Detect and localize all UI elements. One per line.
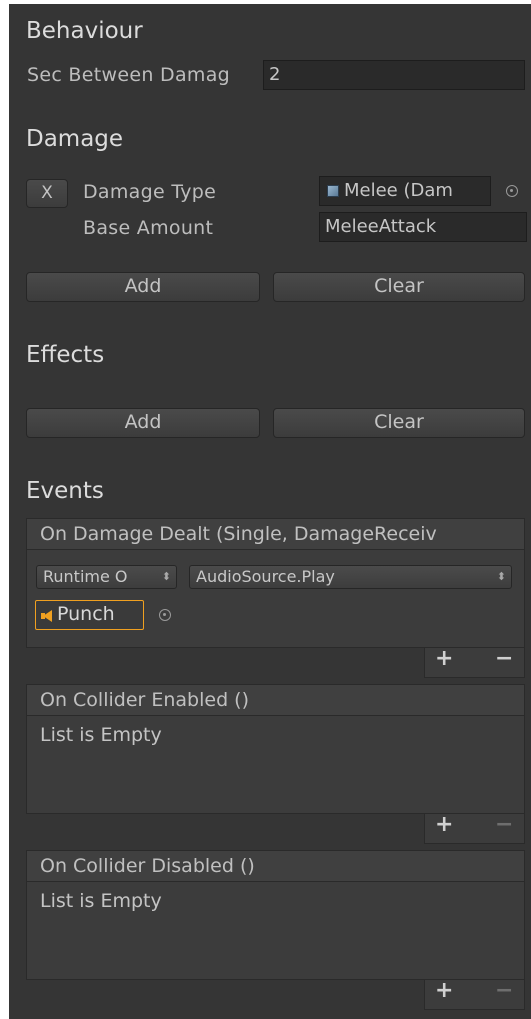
on-collider-enabled-body: List is Empty bbox=[26, 716, 525, 814]
behaviour-heading: Behaviour bbox=[26, 18, 143, 44]
base-amount-field[interactable]: MeleeAttack bbox=[319, 212, 527, 242]
damage-heading: Damage bbox=[26, 126, 124, 152]
dropdown-arrow-icon: ⬍ bbox=[496, 570, 506, 583]
damage-clear-button[interactable]: Clear bbox=[273, 272, 525, 302]
on-damage-dealt-header: On Damage Dealt (Single, DamageReceiv bbox=[26, 518, 525, 550]
add-event-button[interactable]: + bbox=[435, 812, 453, 837]
scriptable-object-icon bbox=[327, 185, 339, 197]
sec-between-damage-label: Sec Between Damag bbox=[27, 64, 230, 86]
on-collider-disabled-header: On Collider Disabled () bbox=[26, 850, 525, 882]
list-empty-text: List is Empty bbox=[40, 724, 162, 746]
on-collider-disabled-body: List is Empty bbox=[26, 882, 525, 980]
list-empty-text: List is Empty bbox=[40, 890, 162, 912]
effects-heading: Effects bbox=[26, 342, 105, 368]
add-event-button[interactable]: + bbox=[435, 978, 453, 1003]
remove-event-button[interactable]: − bbox=[495, 812, 513, 837]
runtime-option-value: Runtime O bbox=[43, 567, 128, 586]
damage-type-field[interactable]: Melee (Dam bbox=[319, 176, 491, 206]
object-picker-icon[interactable] bbox=[506, 185, 518, 197]
function-value: AudioSource.Play bbox=[196, 567, 335, 586]
base-amount-label: Base Amount bbox=[83, 217, 214, 239]
on-damage-dealt-footer: + − bbox=[424, 646, 525, 678]
effects-clear-button[interactable]: Clear bbox=[273, 408, 525, 438]
runtime-option-dropdown[interactable]: Runtime O ⬍ bbox=[36, 565, 177, 589]
effects-add-button[interactable]: Add bbox=[26, 408, 260, 438]
events-heading: Events bbox=[26, 478, 104, 504]
remove-event-button[interactable]: − bbox=[495, 646, 513, 671]
on-collider-disabled-footer: + − bbox=[424, 978, 525, 1010]
sec-between-damage-field[interactable]: 2 bbox=[263, 60, 525, 90]
on-collider-enabled-footer: + − bbox=[424, 812, 525, 844]
audio-source-object-field[interactable]: Punch bbox=[35, 600, 144, 630]
function-dropdown[interactable]: AudioSource.Play ⬍ bbox=[189, 565, 512, 589]
damage-type-label: Damage Type bbox=[83, 181, 217, 203]
damage-add-button[interactable]: Add bbox=[26, 272, 260, 302]
add-event-button[interactable]: + bbox=[435, 646, 453, 671]
object-picker-icon[interactable] bbox=[159, 609, 171, 621]
remove-event-button[interactable]: − bbox=[495, 978, 513, 1003]
inspector-panel: Behaviour Sec Between Damag 2 Damage X D… bbox=[9, 4, 531, 1019]
dropdown-arrow-icon: ⬍ bbox=[161, 570, 171, 583]
audio-source-icon-body bbox=[41, 613, 45, 619]
damage-type-value: Melee (Dam bbox=[344, 180, 453, 201]
on-collider-enabled-header: On Collider Enabled () bbox=[26, 684, 525, 716]
audio-source-object-value: Punch bbox=[57, 603, 115, 625]
remove-damage-button[interactable]: X bbox=[26, 179, 68, 208]
